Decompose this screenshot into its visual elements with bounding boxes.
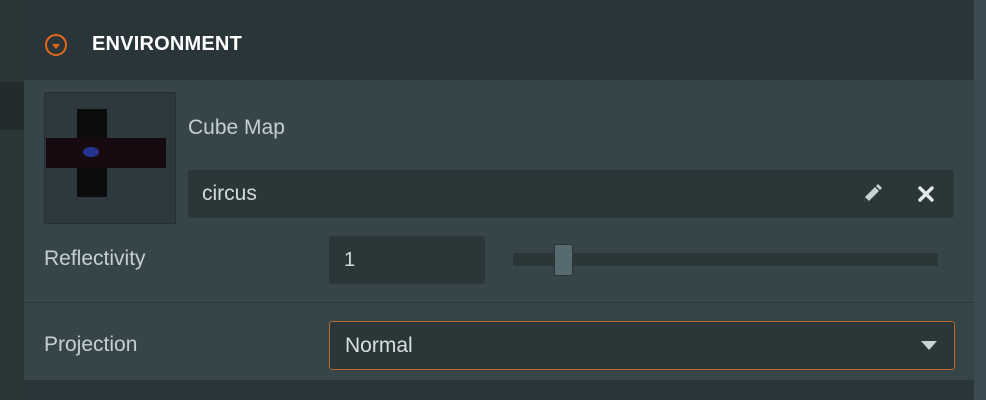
cube-map-label: Cube Map xyxy=(188,116,285,139)
cube-map-field[interactable]: circus xyxy=(188,170,954,218)
thumb-glow xyxy=(83,147,99,157)
section-body: Cube Map circus Reflectivity Projection … xyxy=(24,80,974,380)
projection-value: Normal xyxy=(345,334,413,357)
left-strip xyxy=(0,0,24,400)
slider-handle[interactable] xyxy=(554,244,573,276)
left-tab[interactable] xyxy=(0,82,24,130)
environment-panel: ENVIRONMENT Cube Map circus Reflectivity xyxy=(24,0,974,400)
cube-map-thumbnail[interactable] xyxy=(44,92,176,224)
section-title: ENVIRONMENT xyxy=(92,33,242,55)
reflectivity-label: Reflectivity xyxy=(44,247,146,270)
projection-label: Projection xyxy=(44,333,138,356)
close-icon[interactable] xyxy=(914,182,938,206)
chevron-down-circle-icon[interactable] xyxy=(45,34,67,56)
cube-map-value: circus xyxy=(202,182,257,205)
thumb-cross-horizontal xyxy=(46,138,166,168)
reflectivity-input[interactable] xyxy=(329,236,485,284)
divider xyxy=(24,302,974,303)
scrollbar[interactable] xyxy=(974,0,986,400)
reflectivity-slider[interactable] xyxy=(513,244,938,276)
caret-down-icon[interactable] xyxy=(921,341,937,350)
projection-select[interactable]: Normal xyxy=(329,321,955,370)
pencil-icon[interactable] xyxy=(860,182,884,206)
panel-footer xyxy=(24,380,974,400)
section-header[interactable]: ENVIRONMENT xyxy=(24,0,974,80)
